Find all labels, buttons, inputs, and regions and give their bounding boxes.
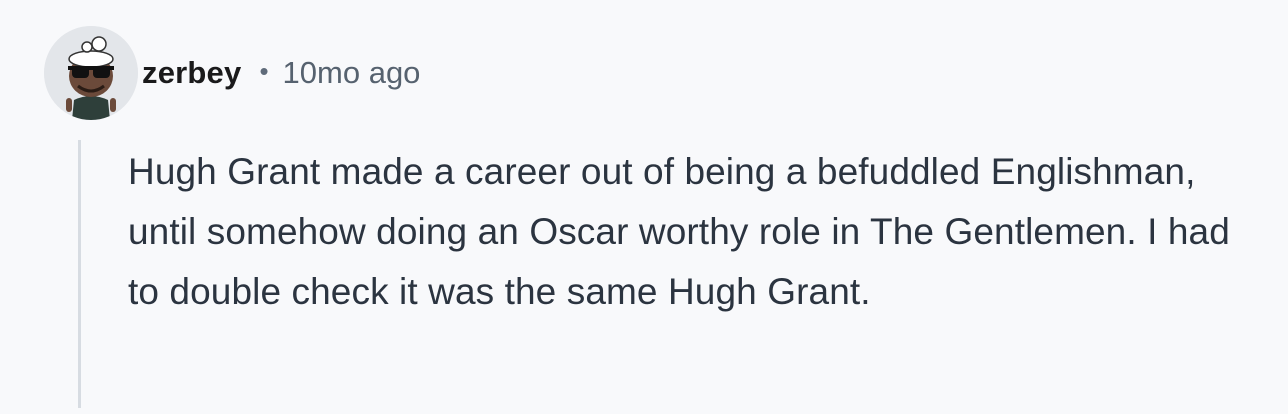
user-avatar-icon[interactable] bbox=[44, 26, 138, 120]
comment-timestamp[interactable]: 10mo ago bbox=[283, 55, 421, 91]
username-link[interactable]: zerbey bbox=[142, 55, 241, 91]
comment-header: zerbey • 10mo ago bbox=[44, 26, 420, 120]
thread-collapse-line[interactable] bbox=[78, 140, 81, 408]
comment-body: Hugh Grant made a career out of being a … bbox=[128, 151, 1230, 312]
meta-separator: • bbox=[259, 55, 269, 86]
comment: zerbey • 10mo ago Hugh Grant made a care… bbox=[0, 0, 1288, 414]
